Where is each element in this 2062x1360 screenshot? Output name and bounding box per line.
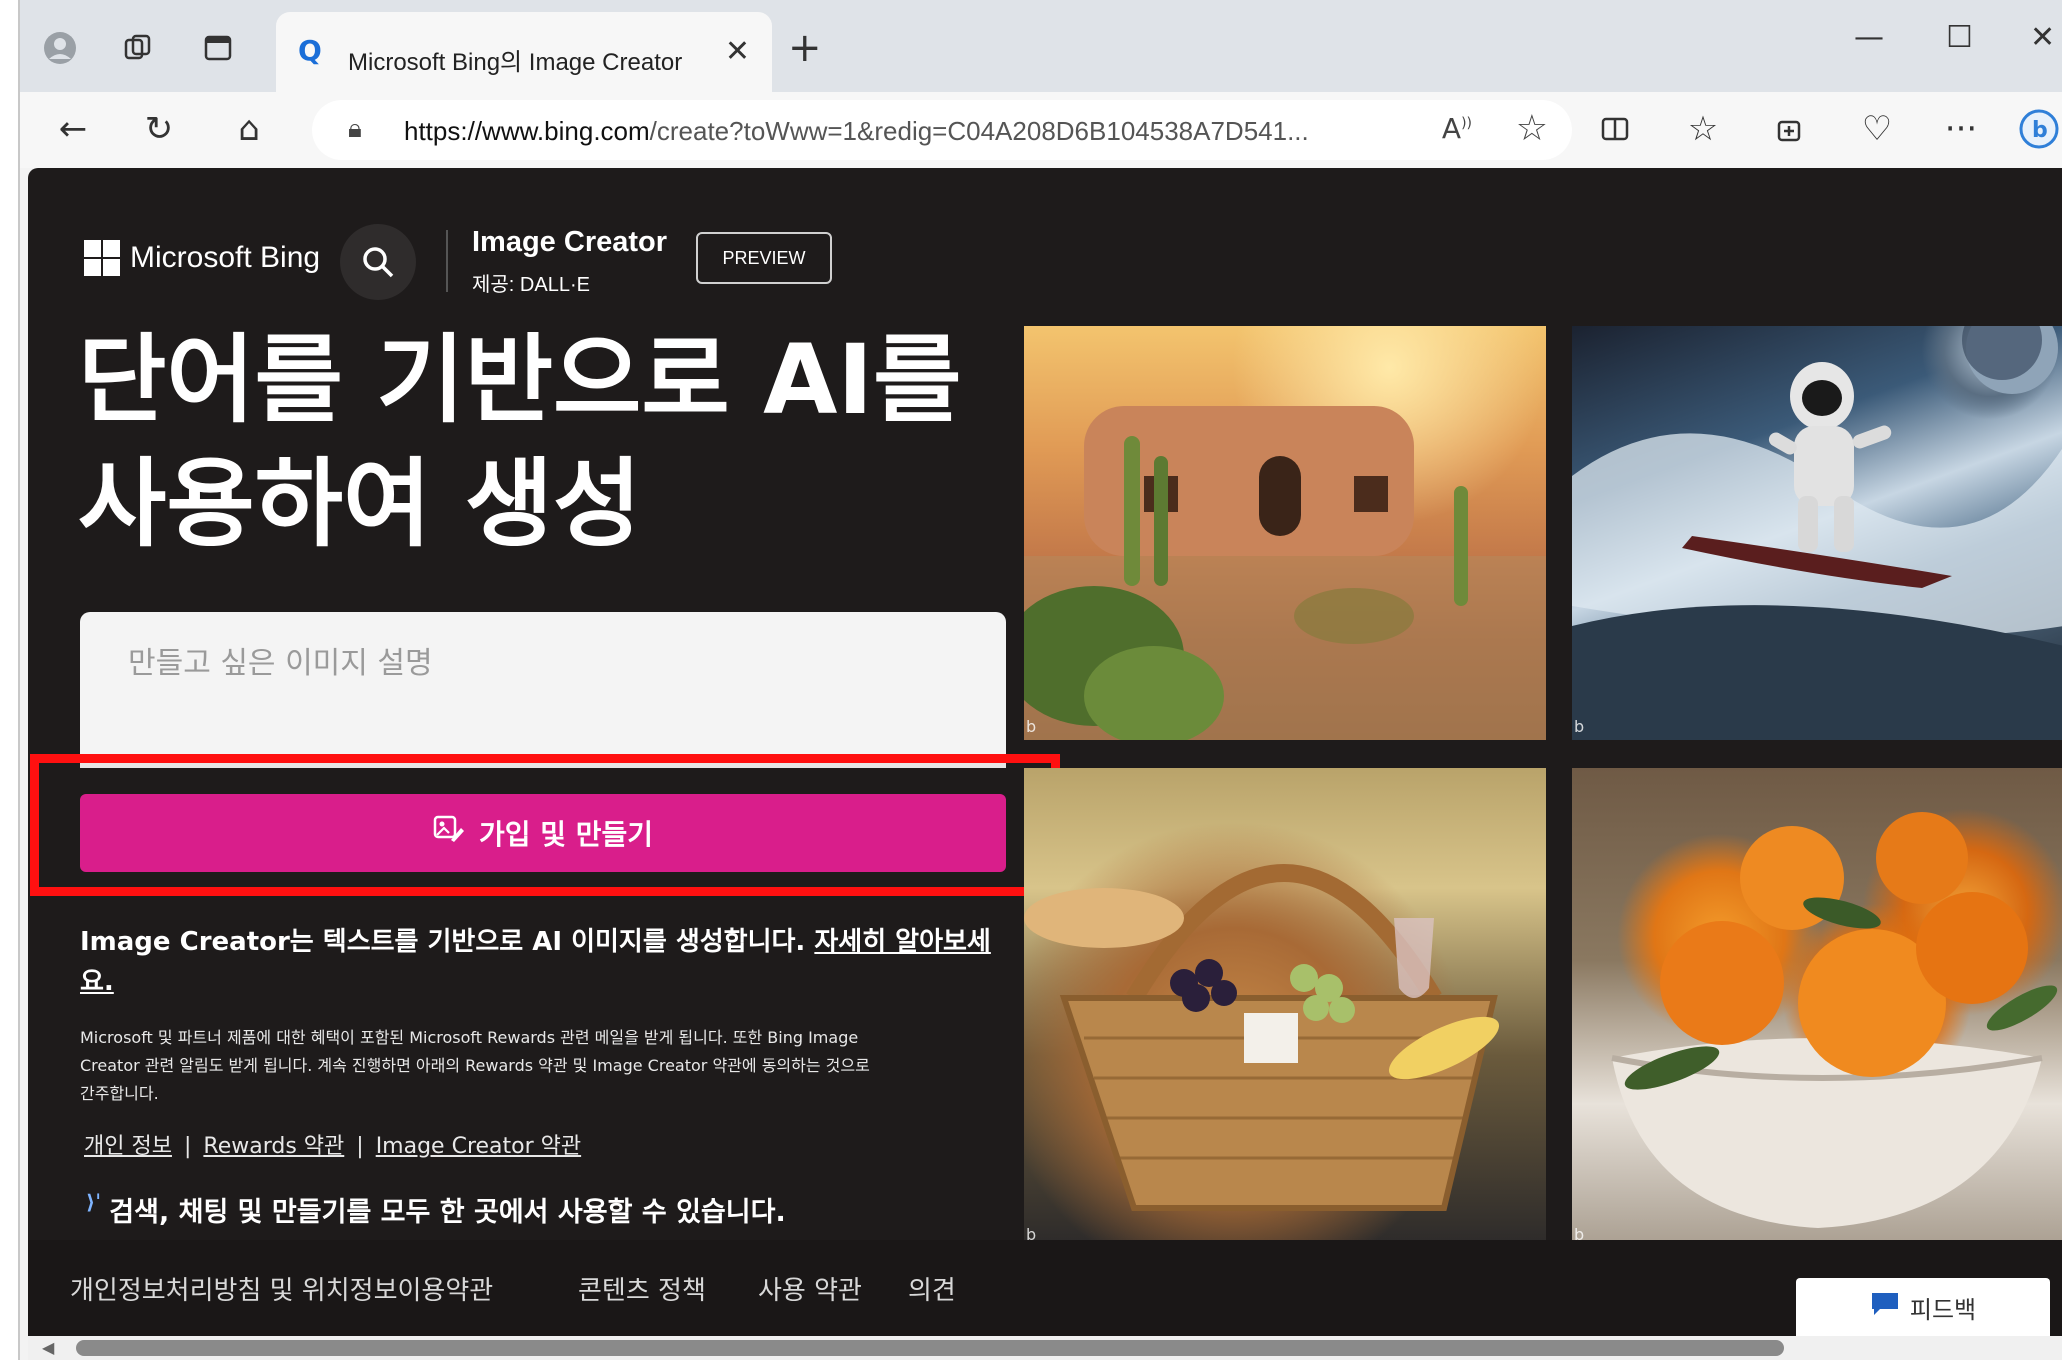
app-subtitle: 제공: DALL·E xyxy=(472,274,590,296)
page-content: Microsoft Bing Image Creator 제공: DALL·E … xyxy=(28,168,2062,1336)
page-footer: 개인정보처리방침 및 위치정보이용약관 콘텐츠 정책 사용 약관 의견 피드백 xyxy=(28,1240,2062,1336)
close-window-button[interactable]: ✕ xyxy=(2030,20,2055,55)
image-watermark: b xyxy=(1574,717,1585,736)
fine-print: Microsoft 및 파트너 제품에 대한 혜택이 포함된 Microsoft… xyxy=(80,1028,870,1103)
search-icon: Q xyxy=(298,34,322,67)
brand-text: Microsoft Bing xyxy=(130,241,321,274)
minimize-button[interactable]: — xyxy=(1854,20,1884,55)
collections-icon[interactable] xyxy=(1766,106,1812,152)
headline-line-2: 사용하여 생성 xyxy=(78,448,642,560)
read-aloud-icon[interactable]: A)) xyxy=(1442,112,1472,145)
tagline-text: 검색, 채팅 및 만들기를 모두 한 곳에서 사용할 수 있습니다. xyxy=(109,1197,786,1228)
legal-links: 개인 정보 | Rewards 약관 | Image Creator 약관 xyxy=(84,1128,581,1160)
astronaut-surfing-image[interactable]: b xyxy=(1572,326,2062,740)
description-body: Image Creator는 텍스트를 기반으로 AI 이미지를 생성합니다. xyxy=(80,927,815,957)
horizontal-scrollbar[interactable]: ◀ xyxy=(28,1336,2062,1360)
copilot-spark-icon: ⟩ˈ xyxy=(86,1190,102,1214)
scroll-left-icon[interactable]: ◀ xyxy=(42,1338,54,1357)
split-screen-icon[interactable] xyxy=(1592,106,1638,152)
link-separator: | xyxy=(183,1134,192,1159)
favorites-icon[interactable]: ☆ xyxy=(1680,106,1726,152)
profile-icon[interactable] xyxy=(40,28,80,68)
more-icon[interactable]: ··· xyxy=(1938,106,1984,152)
search-icon xyxy=(363,247,394,278)
tab-strip: Q Microsoft Bing의 Image Creator ✕ + — ☐ … xyxy=(20,0,2062,92)
close-tab-icon[interactable]: ✕ xyxy=(725,34,750,69)
feedback-label: 피드백 xyxy=(1909,1295,1977,1324)
browser-window: Q Microsoft Bing의 Image Creator ✕ + — ☐ … xyxy=(18,0,2062,1360)
refresh-icon[interactable]: ↻ xyxy=(136,106,182,152)
back-icon[interactable]: ← xyxy=(50,106,96,152)
headline-line-1: 단어를 기반으로 AI를 xyxy=(78,324,962,436)
oranges-bowl-painting-image[interactable]: b xyxy=(1572,768,2062,1248)
url-text[interactable]: https://www.bing.com/create?toWww=1&redi… xyxy=(404,116,1309,147)
tab-title: Microsoft Bing의 Image Creator xyxy=(348,49,683,76)
scrollbar-thumb[interactable] xyxy=(76,1340,1784,1356)
new-tab-button[interactable]: + xyxy=(788,28,822,68)
microsoft-logo-icon xyxy=(84,240,120,276)
footer-link-content-policy[interactable]: 콘텐츠 정책 xyxy=(578,1270,706,1307)
link-separator: | xyxy=(356,1134,364,1159)
picnic-basket-image[interactable]: b xyxy=(1024,768,1546,1248)
image-watermark: b xyxy=(1026,717,1037,736)
tagline: ⟩ˈ 검색, 채팅 및 만들기를 모두 한 곳에서 사용할 수 있습니다. xyxy=(86,1190,786,1229)
feedback-button[interactable]: 피드백 xyxy=(1796,1278,2050,1336)
search-button[interactable] xyxy=(340,224,416,300)
header-divider xyxy=(446,230,448,292)
tab-actions-icon[interactable] xyxy=(198,28,238,68)
prompt-input[interactable]: 만들고 싶은 이미지 설명 xyxy=(80,612,1006,768)
footer-link-privacy-location[interactable]: 개인정보처리방침 및 위치정보이용약관 xyxy=(70,1270,493,1307)
address-bar[interactable]: 🔒︎ https://www.bing.com/create?toWww=1&r… xyxy=(312,100,1572,160)
svg-text:b: b xyxy=(2032,118,2048,143)
description-text: Image Creator는 텍스트를 기반으로 AI 이미지를 생성합니다. … xyxy=(80,922,1020,1002)
feedback-bubble-icon xyxy=(1870,1291,1900,1324)
maximize-button[interactable]: ☐ xyxy=(1946,20,1973,55)
image-creator-terms-link[interactable]: Image Creator 약관 xyxy=(376,1134,581,1159)
preview-badge: PREVIEW xyxy=(696,232,832,284)
prompt-placeholder: 만들고 싶은 이미지 설명 xyxy=(128,646,433,681)
app-title[interactable]: Image Creator xyxy=(472,226,667,259)
desert-adobe-house-image[interactable]: b xyxy=(1024,326,1546,740)
highlight-annotation-box xyxy=(30,754,1060,896)
favorite-star-icon[interactable]: ☆ xyxy=(1516,108,1548,149)
bing-copilot-icon[interactable]: b xyxy=(2016,106,2062,152)
page-headline: 단어를 기반으로 AI를 사용하여 생성 xyxy=(78,318,1018,566)
browser-essentials-icon[interactable]: ♡ xyxy=(1854,106,1900,152)
footer-link-terms-of-use[interactable]: 사용 약관 xyxy=(758,1270,862,1307)
home-icon[interactable]: ⌂ xyxy=(226,106,272,152)
rewards-terms-link[interactable]: Rewards 약관 xyxy=(203,1134,344,1159)
workspaces-icon[interactable] xyxy=(118,28,158,68)
bing-logo[interactable]: Microsoft Bing xyxy=(84,240,320,276)
address-toolbar: ← ↻ ⌂ 🔒︎ https://www.bing.com/create?toW… xyxy=(20,92,2062,168)
lock-icon[interactable]: 🔒︎ xyxy=(348,114,362,145)
privacy-link[interactable]: 개인 정보 xyxy=(84,1134,172,1159)
active-tab[interactable]: Q Microsoft Bing의 Image Creator ✕ xyxy=(276,12,772,92)
footer-link-feedback[interactable]: 의견 xyxy=(908,1270,956,1307)
